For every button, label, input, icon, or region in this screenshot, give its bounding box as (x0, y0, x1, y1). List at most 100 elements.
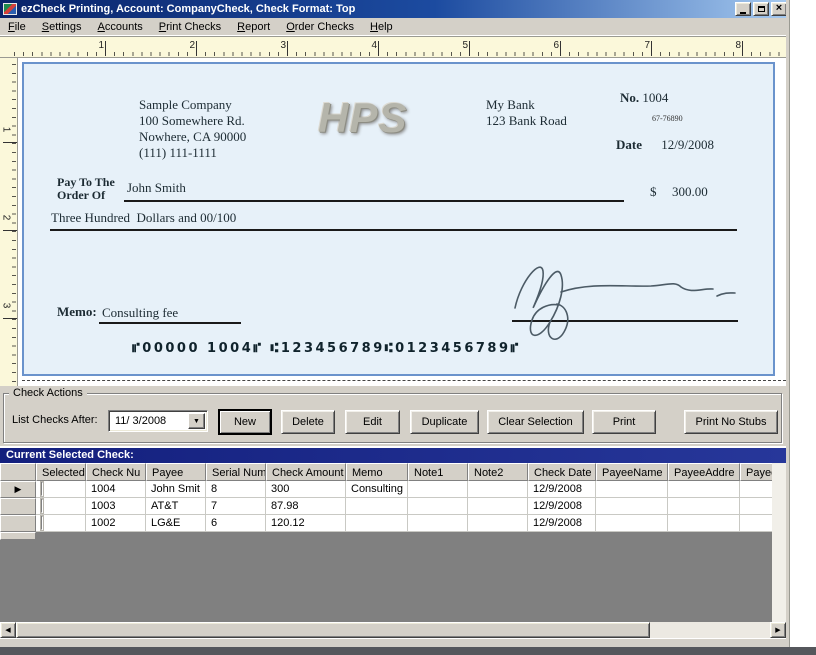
close-button[interactable]: × (771, 2, 787, 16)
clear-selection-button[interactable]: Clear Selection (487, 410, 584, 434)
restore-button[interactable] (753, 2, 769, 16)
column-header[interactable]: PayeeName (596, 463, 668, 481)
ruler-number: 6 (553, 40, 559, 51)
vertical-scrollbar-track[interactable] (772, 463, 786, 622)
status-strip (0, 638, 790, 647)
memo-value: Consulting fee (102, 305, 179, 320)
cell-payee-name (596, 515, 668, 532)
combo-dropdown-button[interactable]: ▼ (188, 413, 205, 429)
cell-payee-ac (740, 515, 772, 532)
new-button[interactable]: New (218, 409, 272, 435)
print-no-stubs-button[interactable]: Print No Stubs (684, 410, 778, 434)
column-header[interactable]: Note1 (408, 463, 468, 481)
pay-to-label: Pay To The Order Of (57, 175, 115, 202)
cell-payee-addre (668, 481, 740, 498)
ruler-number: 7 (644, 40, 650, 51)
menu-bar: File Settings Accounts Print Checks Repo… (0, 18, 790, 36)
empty-row-stub (0, 532, 772, 540)
company-address1: 100 Somewhere Rd. (139, 113, 245, 128)
menu-settings[interactable]: Settings (34, 19, 90, 35)
duplicate-button[interactable]: Duplicate (410, 410, 479, 434)
column-header[interactable]: Check Nu (86, 463, 146, 481)
column-header[interactable]: Serial Num (206, 463, 266, 481)
app-window: ezCheck Printing, Account: CompanyCheck,… (0, 0, 816, 655)
table-row[interactable]: 1002 LG&E 6 120.12 12/9/2008 (0, 515, 772, 532)
column-header[interactable]: Selected (36, 463, 86, 481)
ruler-number: 3 (280, 40, 286, 51)
cell-check-date: 12/9/2008 (528, 498, 596, 515)
selected-cell (36, 515, 86, 532)
chevron-down-icon: ▼ (193, 417, 200, 425)
row-checkbox[interactable] (41, 482, 43, 496)
minimize-button[interactable] (735, 2, 751, 16)
row-selector (0, 515, 36, 532)
current-selected-check-header: Current Selected Check: (0, 448, 786, 463)
scroll-right-button[interactable]: ▶ (770, 622, 786, 638)
column-header[interactable]: Payee (146, 463, 206, 481)
row-checkbox[interactable] (41, 499, 43, 513)
ruler-number: 3 (0, 302, 12, 309)
list-checks-after-label: List Checks After: (12, 414, 98, 426)
column-header[interactable]: PayeeAddre (668, 463, 740, 481)
print-button[interactable]: Print (592, 410, 656, 434)
cell-note1 (408, 498, 468, 515)
grid-empty-area (0, 540, 772, 622)
cell-payee: LG&E (146, 515, 206, 532)
memo-label: Memo: (57, 304, 97, 319)
table-row[interactable]: 1003 AT&T 7 87.98 12/9/2008 (0, 498, 772, 515)
ruler-number: 5 (462, 40, 468, 51)
company-logo: HPS (318, 94, 408, 141)
horizontal-scrollbar[interactable]: ◀ ▶ (0, 622, 786, 638)
bank-fraction: 67-76890 (652, 114, 683, 123)
delete-button[interactable]: Delete (281, 410, 335, 434)
ruler-number: 1 (0, 126, 12, 133)
menu-help[interactable]: Help (362, 19, 401, 35)
ruler-number: 4 (371, 40, 377, 51)
column-header[interactable]: Check Date (528, 463, 596, 481)
cell-check-nu: 1003 (86, 498, 146, 515)
menu-order-checks[interactable]: Order Checks (278, 19, 362, 35)
ruler-number: 1 (98, 40, 104, 51)
ruler-number: 8 (735, 40, 741, 51)
cell-payee-addre (668, 498, 740, 515)
payee-name: John Smith (127, 180, 186, 195)
column-header[interactable]: Note2 (468, 463, 528, 481)
company-block: Sample Company 100 Somewhere Rd. Nowhere… (139, 97, 246, 161)
column-header[interactable]: Memo (346, 463, 408, 481)
background-strip (0, 647, 816, 655)
company-name: Sample Company (139, 97, 232, 112)
date-filter-combobox[interactable]: 11/ 3/2008 ▼ (108, 410, 208, 432)
edit-button[interactable]: Edit (345, 410, 400, 434)
cell-note1 (408, 481, 468, 498)
column-header[interactable]: PayeeAc (740, 463, 772, 481)
restore-icon (757, 6, 765, 12)
bank-block: My Bank 123 Bank Road (486, 97, 567, 129)
menu-print-checks[interactable]: Print Checks (151, 19, 229, 35)
cell-memo (346, 515, 408, 532)
check-actions-panel: Check Actions List Checks After: 11/ 3/2… (0, 386, 786, 446)
scroll-left-button[interactable]: ◀ (0, 622, 16, 638)
cell-check-amount: 120.12 (266, 515, 346, 532)
menu-accounts[interactable]: Accounts (90, 19, 151, 35)
row-selector (0, 498, 36, 515)
cell-payee-name (596, 481, 668, 498)
scrollbar-track[interactable] (650, 622, 770, 638)
date-line: Date 12/9/2008 (616, 137, 714, 153)
vertical-ruler: 1 2 3 (0, 58, 18, 386)
column-header[interactable]: Check Amount (266, 463, 346, 481)
page-boundary-dashed-line (22, 380, 786, 381)
menu-file[interactable]: File (0, 19, 34, 35)
scrollbar-thumb[interactable] (16, 622, 650, 638)
signature-image (514, 266, 736, 340)
table-row[interactable]: ▶ 1004 John Smit 8 300 Consulting 12/9/2… (0, 481, 772, 498)
window-right-border (786, 0, 790, 647)
ruler-minor-ticks (12, 64, 16, 384)
cell-memo (346, 498, 408, 515)
cell-memo: Consulting (346, 481, 408, 498)
row-selector-header[interactable] (0, 463, 36, 481)
menu-report[interactable]: Report (229, 19, 278, 35)
check-preview[interactable]: Sample Company 100 Somewhere Rd. Nowhere… (22, 62, 775, 376)
company-address2: Nowhere, CA 90000 (139, 129, 247, 144)
row-checkbox[interactable] (41, 516, 43, 530)
horizontal-ruler: 1 2 3 4 5 6 7 8 (0, 36, 786, 58)
